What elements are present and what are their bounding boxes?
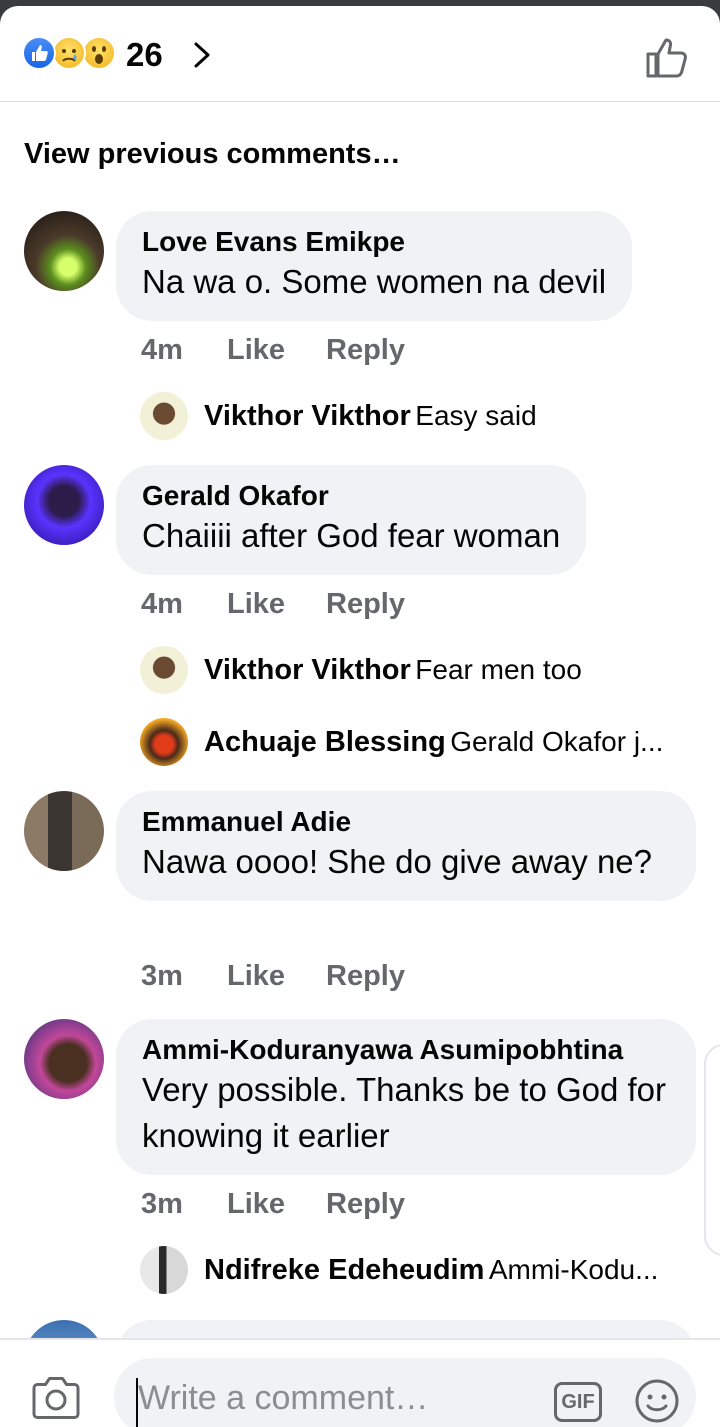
reply-preview[interactable]: Achuaje Blessing Gerald Okafor j... — [140, 718, 700, 768]
comment-input-box[interactable]: GIF — [114, 1358, 696, 1427]
comment-author[interactable]: Gerald Okafor — [142, 479, 560, 513]
reply-preview[interactable]: Ndifreke Edeheudim Ammi-Kodu... — [140, 1246, 700, 1296]
avatar[interactable] — [140, 646, 188, 694]
comment-bubble: Love Evans Emikpe Na wa o. Some women na… — [116, 211, 633, 321]
comment-author[interactable]: Ammi-Koduranyawa Asumipobhtina — [142, 1033, 670, 1067]
comment-bubble: Emmanuel Adie Nawa oooo! She do give awa… — [116, 791, 696, 901]
reply-author[interactable]: Vikthor Vikthor — [204, 654, 411, 686]
reply-preview[interactable]: Vikthor Vikthor Easy said — [140, 392, 700, 442]
chevron-right-icon[interactable] — [190, 40, 214, 70]
gif-button[interactable]: GIF — [554, 1382, 602, 1422]
reaction-count[interactable]: 26 — [126, 38, 163, 72]
comment-time: 3m — [141, 1188, 183, 1220]
reply-author[interactable]: Achuaje Blessing — [204, 726, 446, 758]
view-previous-comments-link[interactable]: View previous comments… — [24, 136, 401, 172]
avatar[interactable] — [140, 392, 188, 440]
wow-icon — [82, 36, 116, 70]
comment-author[interactable]: Emmanuel Adie — [142, 805, 670, 839]
avatar[interactable] — [140, 718, 188, 766]
thumbs-up-icon[interactable] — [640, 32, 692, 84]
reactions-summary[interactable] — [22, 36, 122, 70]
reactions-header: 26 — [0, 6, 720, 102]
sad-icon — [52, 36, 86, 70]
reply-text: Ammi-Kodu... — [488, 1254, 659, 1285]
avatar[interactable] — [140, 1246, 188, 1294]
comment-actions: 4m Like Reply — [141, 586, 405, 622]
avatar[interactable] — [24, 1019, 104, 1099]
reply-author[interactable]: Vikthor Vikthor — [204, 400, 411, 432]
comment-bubble: Gerald Okafor Chaiiii after God fear wom… — [116, 465, 587, 575]
reply-preview[interactable]: Vikthor Vikthor Fear men too — [140, 646, 700, 696]
reply-button[interactable]: Reply — [326, 1186, 405, 1222]
comment-actions: 4m Like Reply — [141, 332, 405, 368]
comment-actions: 3m Like Reply — [141, 958, 405, 994]
avatar[interactable] — [24, 791, 104, 871]
comment-time: 3m — [141, 960, 183, 992]
reply-text: Fear men too — [415, 654, 582, 685]
reply-text: Gerald Okafor j... — [450, 726, 664, 757]
comment-bubble: Ammi-Koduranyawa Asumipobhtina Very poss… — [116, 1019, 696, 1175]
like-button[interactable]: Like — [227, 1186, 326, 1222]
reply-author[interactable]: Ndifreke Edeheudim — [204, 1254, 484, 1286]
comment-time: 4m — [141, 588, 183, 620]
like-icon — [22, 36, 56, 70]
comment-composer: GIF — [0, 1338, 720, 1427]
comments-sheet: 26 View previous comments… Love Evans Em… — [0, 6, 720, 1427]
comment-actions: 3m Like Reply — [141, 1186, 405, 1222]
avatar[interactable] — [24, 211, 104, 291]
like-button[interactable]: Like — [227, 586, 326, 622]
reply-button[interactable]: Reply — [326, 586, 405, 622]
like-button[interactable]: Like — [227, 958, 326, 994]
comment-text: Na wa o. Some women na devil — [142, 263, 607, 300]
scroll-handle[interactable] — [704, 1044, 720, 1256]
reply-text: Easy said — [415, 400, 537, 431]
emoji-icon[interactable] — [634, 1378, 680, 1424]
comment-input[interactable] — [138, 1372, 538, 1424]
camera-icon[interactable] — [30, 1374, 82, 1422]
comment-author[interactable]: Love Evans Emikpe — [142, 225, 606, 259]
comment-text: Nawa oooo! She do give away ne? — [142, 843, 653, 880]
avatar[interactable] — [24, 465, 104, 545]
like-button[interactable]: Like — [227, 332, 326, 368]
reply-button[interactable]: Reply — [326, 958, 405, 994]
comment-text: Very possible. Thanks be to God for know… — [142, 1071, 667, 1154]
comment-time: 4m — [141, 334, 183, 366]
comment-text: Chaiiii after God fear woman — [142, 517, 561, 554]
reply-button[interactable]: Reply — [326, 332, 405, 368]
